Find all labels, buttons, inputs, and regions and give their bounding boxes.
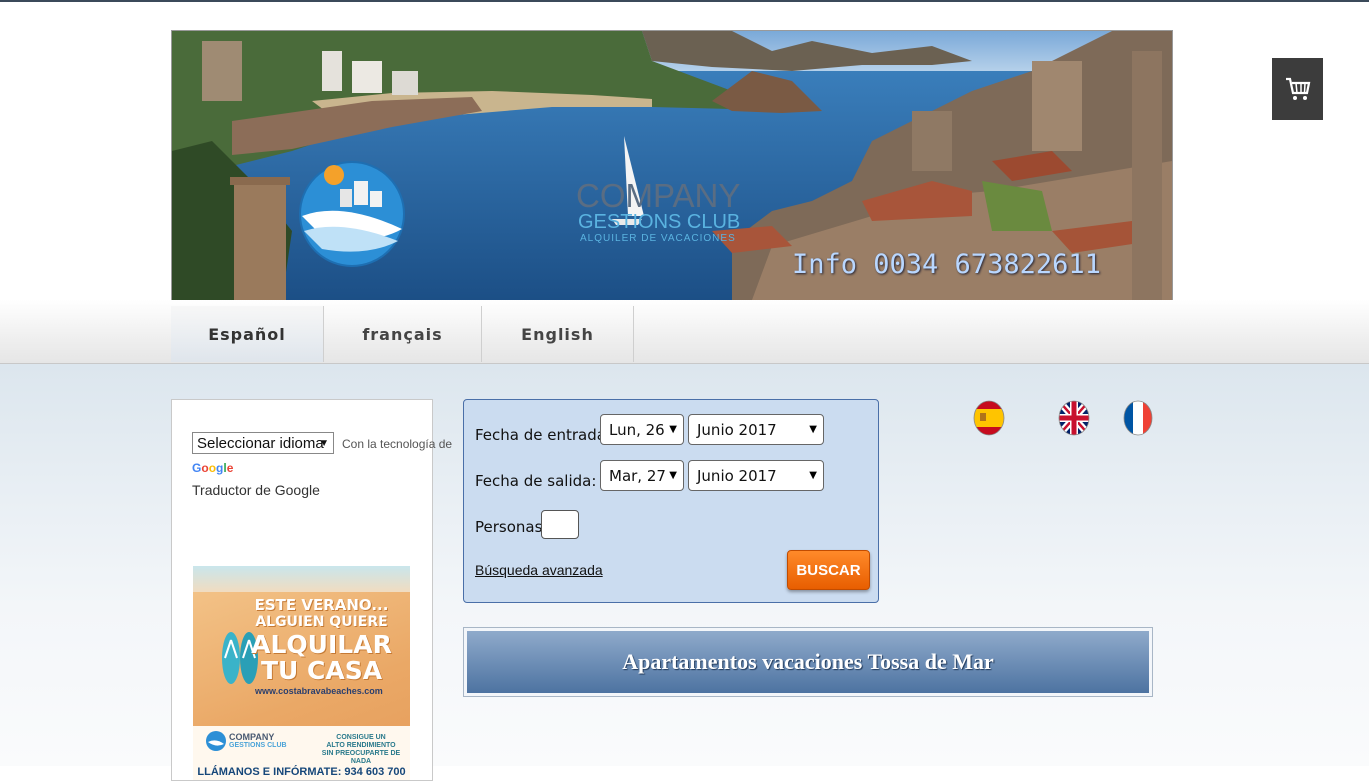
ad-company: COMPANY GESTIONS CLUB bbox=[229, 732, 287, 749]
sidebar-panel: Seleccionar idioma ▼ Con la tecnología d… bbox=[171, 399, 452, 781]
ad-line2: ALGUIEN QUIERE bbox=[255, 614, 388, 630]
checkin-day-select[interactable]: Lun, 26 ▼ bbox=[600, 414, 684, 445]
google-translate-select[interactable]: Seleccionar idioma ▼ bbox=[192, 432, 334, 454]
header-banner: COMPANY GESTIONS CLUB ALQUILER DE VACACI… bbox=[171, 30, 1173, 301]
flag-france-icon[interactable] bbox=[1122, 400, 1154, 436]
flag-spain-icon[interactable] bbox=[973, 400, 1005, 436]
powered-by-text: Con la tecnología de bbox=[342, 437, 453, 451]
ad-url: www.costabravabeaches.com bbox=[255, 686, 383, 696]
chevron-down-icon: ▼ bbox=[809, 470, 817, 481]
ad-company-name: COMPANY bbox=[229, 732, 275, 742]
chevron-down-icon: ▼ bbox=[809, 424, 817, 435]
checkin-month-select[interactable]: Junio 2017 ▼ bbox=[688, 414, 824, 445]
persons-label: Personas: bbox=[475, 518, 548, 536]
chevron-down-icon: ▼ bbox=[319, 437, 329, 449]
checkin-day-value: Lun, 26 bbox=[609, 420, 665, 439]
ad-line3: ALQUILAR bbox=[251, 630, 392, 659]
cart-icon bbox=[1285, 77, 1310, 100]
flag-uk-icon[interactable] bbox=[1058, 400, 1090, 436]
ad-company-sub: GESTIONS CLUB bbox=[229, 742, 287, 749]
checkout-label: Fecha de salida: bbox=[475, 472, 597, 490]
checkin-label: Fecha de entrada: bbox=[475, 426, 612, 444]
ad-call-text: LLÁMANOS E INFÓRMATE: 934 603 700 bbox=[197, 766, 406, 778]
rental-ad-banner[interactable]: ESTE VERANO... ALGUIEN QUIERE ALQUILAR T… bbox=[193, 566, 410, 780]
availability-search-form: Fecha de entrada: Lun, 26 ▼ Junio 2017 ▼… bbox=[463, 399, 879, 603]
google-logo[interactable]: Google bbox=[192, 461, 233, 475]
checkout-day-select[interactable]: Mar, 27 ▼ bbox=[600, 460, 684, 491]
chevron-down-icon: ▼ bbox=[669, 470, 677, 481]
info-phone: Info 0034 673822611 bbox=[792, 249, 1101, 280]
cart-button[interactable] bbox=[1272, 58, 1323, 120]
top-border bbox=[0, 0, 1369, 2]
page-title: Apartamentos vacaciones Tossa de Mar bbox=[467, 631, 1149, 693]
google-translate-select-label: Seleccionar idioma bbox=[197, 434, 324, 452]
page-title-box: Apartamentos vacaciones Tossa de Mar bbox=[463, 627, 1153, 697]
search-button[interactable]: BUSCAR bbox=[787, 550, 870, 590]
language-nav: Español français English bbox=[0, 300, 1369, 364]
checkout-day-value: Mar, 27 bbox=[609, 466, 666, 485]
google-translator-link[interactable]: Traductor de Google bbox=[192, 482, 320, 498]
ad-line4: TU CASA bbox=[260, 656, 383, 685]
logo-company-text: COMPANY bbox=[576, 177, 741, 214]
persons-input[interactable] bbox=[541, 510, 579, 539]
logo-alquiler-text: ALQUILER DE VACACIONES bbox=[580, 233, 736, 244]
ad-pitch-line1: CONSIGUE UN bbox=[336, 734, 386, 741]
company-logo-icon bbox=[206, 731, 226, 751]
tab-espanol[interactable]: Español bbox=[171, 306, 324, 362]
ad-pitch-line3: SIN PREOCUPARTE DE NADA bbox=[321, 750, 401, 765]
ad-footer: COMPANY GESTIONS CLUB CONSIGUE UN ALTO R… bbox=[193, 726, 410, 780]
checkout-month-value: Junio 2017 bbox=[697, 466, 777, 485]
checkout-month-select[interactable]: Junio 2017 ▼ bbox=[688, 460, 824, 491]
tab-francais[interactable]: français bbox=[324, 306, 482, 362]
ad-pitch-line2: ALTO RENDIMIENTO bbox=[326, 742, 396, 749]
chevron-down-icon: ▼ bbox=[669, 424, 677, 435]
advanced-search-link[interactable]: Búsqueda avanzada bbox=[475, 562, 603, 578]
ad-line1: ESTE VERANO... bbox=[254, 596, 389, 614]
tab-english[interactable]: English bbox=[482, 306, 634, 362]
checkin-month-value: Junio 2017 bbox=[697, 420, 777, 439]
ad-pitch: CONSIGUE UN ALTO RENDIMIENTO SIN PREOCUP… bbox=[313, 734, 409, 766]
ad-wave bbox=[193, 566, 410, 592]
logo-gestions-text: GESTIONS CLUB bbox=[578, 211, 741, 233]
